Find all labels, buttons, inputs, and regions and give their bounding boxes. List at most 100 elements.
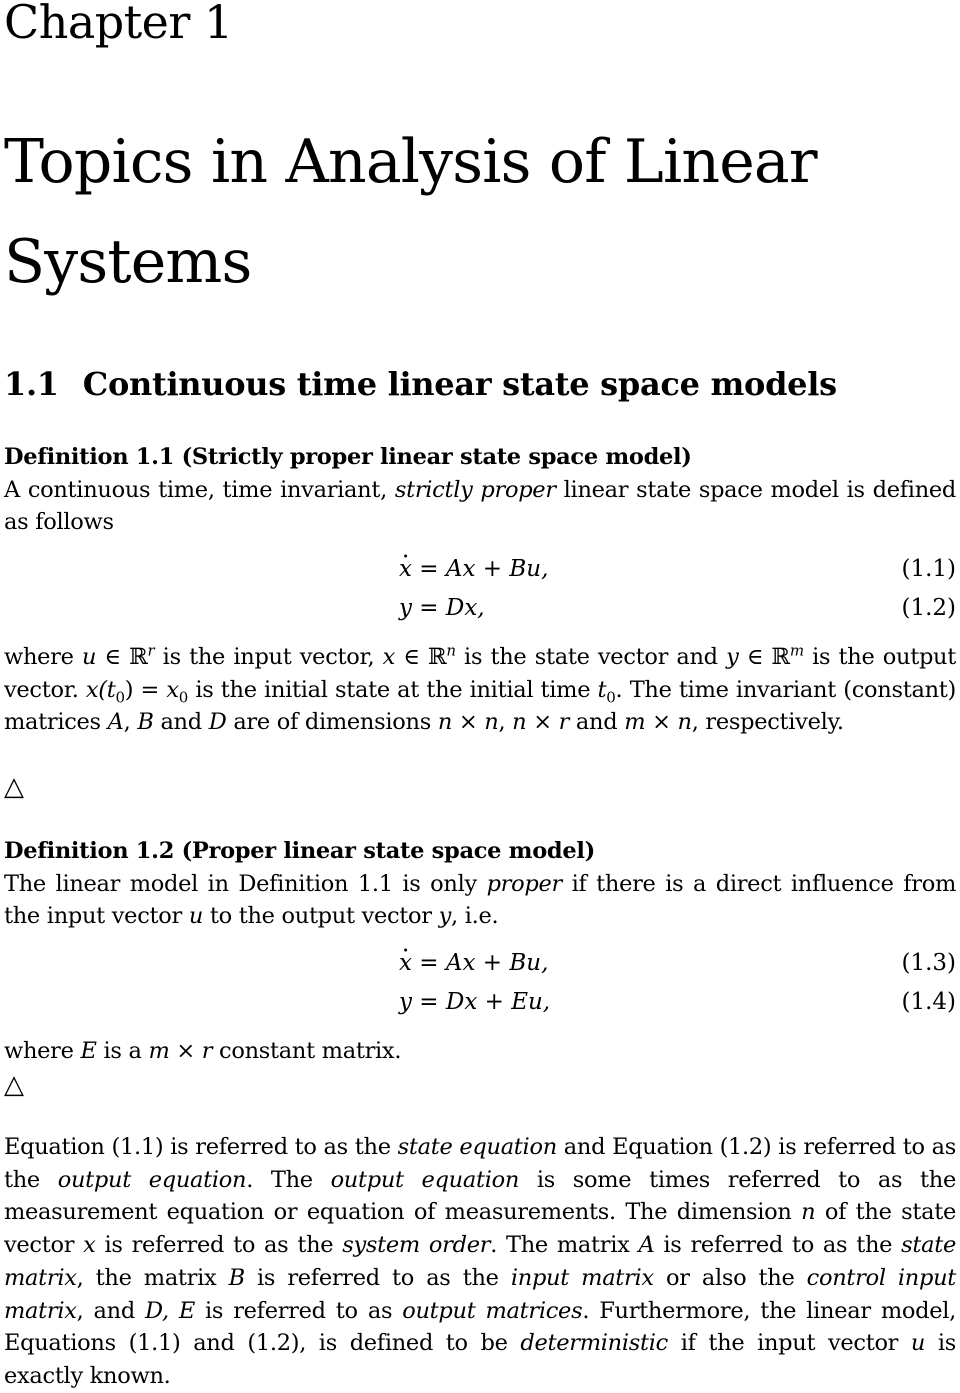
text: are of dimensions: [226, 709, 438, 736]
equation-lhs: y: [399, 595, 412, 621]
math-symbol: ∈ ℝ: [96, 644, 148, 670]
equation-number: (1.3): [901, 950, 956, 976]
text: ) =: [124, 676, 167, 703]
text: . The matrix: [490, 1232, 639, 1259]
text: , respectively.: [691, 709, 844, 736]
math-var: u: [910, 1330, 926, 1357]
equation-rhs: = Ax + Bu,: [411, 950, 549, 976]
math-sub: 0: [178, 688, 189, 707]
equation-body: x = Ax + Bu,: [399, 938, 549, 976]
definition-1-1: Definition 1.1 (Strictly proper linear s…: [4, 441, 956, 539]
emphasis: output equation: [57, 1166, 247, 1193]
equation-number: (1.2): [901, 595, 956, 621]
text: , i.e.: [451, 903, 499, 930]
definition-1-2-where: where E is a m × r constant matrix.: [4, 1035, 956, 1068]
emphasis: input matrix: [510, 1264, 654, 1291]
section-heading: 1.1 Continuous time linear state space mo…: [4, 362, 837, 406]
equation-number: (1.4): [901, 989, 956, 1015]
math-var: y: [438, 903, 452, 930]
math-var: x(t: [85, 676, 116, 703]
text: ,: [498, 709, 513, 736]
math-var: A: [107, 709, 124, 736]
section-title: Continuous time linear state space model…: [82, 365, 837, 403]
math-symbol: ∈ ℝ: [738, 644, 790, 670]
chapter-label: Chapter 1: [4, 0, 233, 49]
equation-lhs: x: [399, 938, 412, 976]
definition-heading: Definition 1.1 (Strictly proper linear s…: [4, 444, 692, 470]
text: or also the: [653, 1264, 807, 1291]
text: is referred to as the: [244, 1264, 511, 1291]
text: where: [4, 1038, 81, 1064]
equation-1-4: y = Dx + Eu, (1.4): [4, 989, 956, 1025]
definition-1-1-where: where u ∈ ℝr is the input vector, x ∈ ℝn…: [4, 641, 956, 739]
text: ,: [123, 709, 138, 736]
text: is the state vector and: [455, 644, 727, 670]
math-var: A: [638, 1232, 655, 1259]
equation-1-2: y = Dx, (1.2): [4, 595, 956, 631]
math-var: u: [81, 644, 97, 670]
chapter-title: Topics in Analysis of Linear Systems: [4, 127, 818, 297]
math-var: B: [137, 709, 154, 736]
equation-rhs: = Dx + Eu,: [412, 989, 551, 1015]
emphasis: output matrices: [402, 1297, 583, 1324]
end-of-definition-icon: △: [4, 1070, 24, 1100]
text: and: [569, 709, 625, 736]
math-sup: n: [446, 641, 456, 660]
math-var: n: [801, 1199, 816, 1226]
emphasis: output equation: [330, 1166, 520, 1193]
math-var: x: [166, 676, 179, 703]
text: is the input vector,: [154, 644, 383, 670]
text: is referred to as the: [654, 1232, 902, 1259]
math-sup: m: [789, 641, 804, 660]
math-var: E: [80, 1038, 97, 1064]
equation-lhs: x: [399, 544, 412, 582]
equation-body: y = Dx + Eu,: [399, 989, 550, 1015]
definition-1-2: Definition 1.2 (Proper linear state spac…: [4, 835, 956, 933]
emphasis: proper: [486, 870, 563, 897]
equation-rhs: = Dx,: [412, 595, 485, 621]
math-var: D, E: [145, 1297, 195, 1324]
text: if the input vector: [667, 1330, 911, 1357]
equation-body: x = Ax + Bu,: [399, 544, 549, 582]
text: A continuous time, time invariant,: [4, 476, 395, 503]
math-var: y: [726, 644, 739, 670]
math-dims: n × n: [437, 709, 499, 736]
text: constant matrix.: [212, 1038, 402, 1064]
text: is the initial state at the initial time: [188, 676, 598, 703]
equation-1-3: x = Ax + Bu, (1.3): [4, 938, 956, 986]
equation-lhs: y: [399, 989, 412, 1015]
math-var: x: [83, 1232, 96, 1259]
text: The linear model in Definition 1.1 is on…: [4, 870, 487, 897]
text: to the output vector: [203, 903, 439, 930]
emphasis: deterministic: [520, 1330, 668, 1357]
math-var: u: [188, 903, 204, 930]
definition-intro: The linear model in Definition 1.1 is on…: [4, 868, 956, 933]
math-sub: 0: [115, 688, 125, 707]
emphasis: strictly proper: [394, 476, 556, 503]
equation-number: (1.1): [901, 556, 956, 582]
text: where: [4, 644, 82, 670]
math-var: x: [382, 644, 396, 670]
equation-rhs: = Ax + Bu,: [411, 556, 549, 582]
math-var: D: [208, 709, 227, 736]
text: is a: [96, 1038, 149, 1064]
equation-1-1: x = Ax + Bu, (1.1): [4, 544, 956, 592]
end-of-definition-icon: △: [4, 772, 24, 802]
equation-body: y = Dx,: [399, 595, 485, 621]
math-sub: 0: [606, 688, 616, 707]
text: . The: [246, 1166, 331, 1193]
math-symbol: ∈ ℝ: [395, 644, 447, 670]
text: is referred to as the: [95, 1232, 343, 1259]
definition-intro: A continuous time, time invariant, stric…: [4, 474, 956, 539]
math-dims: m × r: [148, 1038, 213, 1064]
text: is referred to as: [194, 1297, 403, 1324]
text: Equation (1.1) is referred to as the: [4, 1134, 398, 1160]
emphasis: system order: [342, 1232, 491, 1259]
emphasis: state equation: [397, 1134, 558, 1160]
section-number: 1.1: [4, 365, 59, 403]
text: , the matrix: [76, 1264, 229, 1291]
math-var: B: [228, 1264, 246, 1291]
definition-heading: Definition 1.2 (Proper linear state spac…: [4, 838, 595, 864]
closing-paragraph: Equation (1.1) is referred to as the sta…: [4, 1131, 956, 1393]
math-dims: n × r: [512, 709, 570, 736]
